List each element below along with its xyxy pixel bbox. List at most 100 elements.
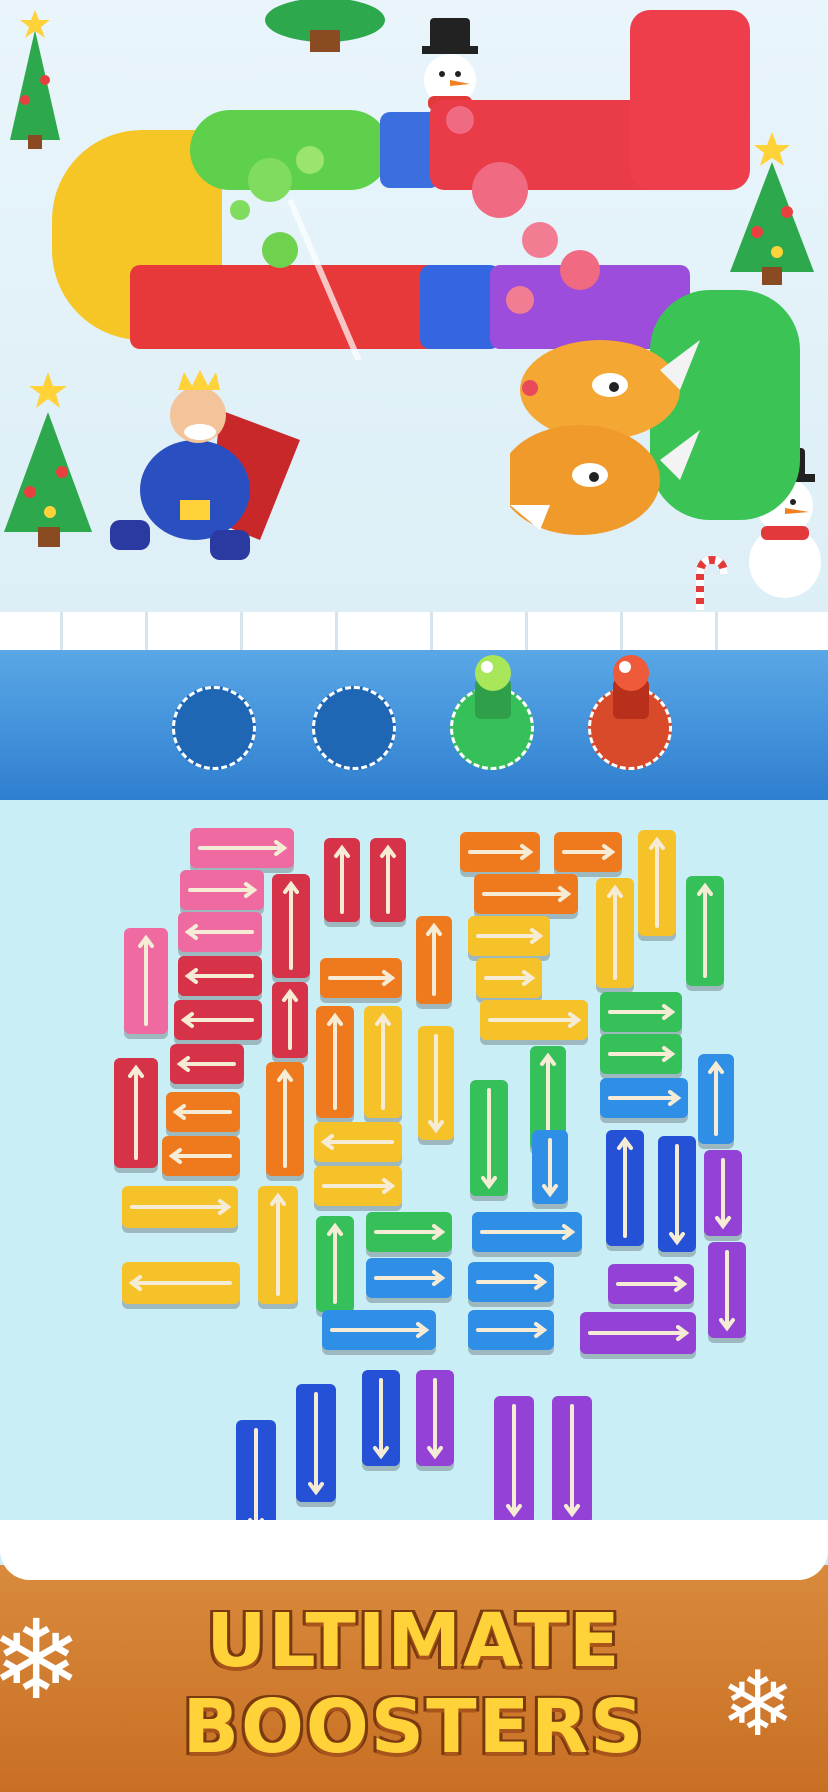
arrow-down-icon bbox=[506, 1404, 522, 1518]
arrow-down-icon bbox=[719, 1250, 735, 1332]
yellow-arrow-block[interactable] bbox=[314, 1122, 402, 1162]
yellow-arrow-block[interactable] bbox=[476, 958, 542, 998]
arrow-down-icon bbox=[481, 1088, 497, 1190]
orange-arrow-block[interactable] bbox=[416, 916, 452, 1004]
red-booster-slot[interactable] bbox=[588, 655, 672, 770]
blue-arrow-block[interactable] bbox=[468, 1310, 554, 1350]
red-arrow-block[interactable] bbox=[324, 838, 360, 922]
orange-arrow-block[interactable] bbox=[166, 1092, 240, 1132]
christmas-tree-icon bbox=[265, 0, 385, 52]
snake-segment-red bbox=[630, 10, 750, 190]
arrow-left-icon bbox=[320, 1134, 394, 1150]
green-arrow-block[interactable] bbox=[600, 1034, 682, 1074]
yellow-arrow-block[interactable] bbox=[122, 1262, 240, 1304]
blue-arrow-block[interactable] bbox=[366, 1258, 452, 1298]
navy-arrow-block[interactable] bbox=[296, 1384, 336, 1502]
red-booster-icon bbox=[613, 655, 649, 719]
ice-ledge bbox=[0, 612, 828, 652]
purple-arrow-block[interactable] bbox=[552, 1396, 592, 1524]
candy-cane-icon bbox=[696, 556, 728, 610]
yellow-arrow-block[interactable] bbox=[596, 878, 634, 988]
arrow-up-icon bbox=[128, 1064, 144, 1160]
navy-arrow-block[interactable] bbox=[606, 1130, 644, 1246]
arrow-right-icon bbox=[482, 886, 572, 902]
pink-arrow-block[interactable] bbox=[178, 912, 262, 952]
empty-booster-slot[interactable] bbox=[172, 686, 256, 770]
green-arrow-block[interactable] bbox=[366, 1212, 452, 1252]
arrow-up-icon bbox=[697, 882, 713, 978]
purple-arrow-block[interactable] bbox=[608, 1264, 694, 1304]
arrow-down-icon bbox=[715, 1158, 731, 1230]
red-arrow-block[interactable] bbox=[272, 982, 308, 1058]
green-arrow-block[interactable] bbox=[470, 1080, 508, 1196]
red-arrow-block[interactable] bbox=[370, 838, 406, 922]
purple-arrow-block[interactable] bbox=[580, 1312, 696, 1354]
red-arrow-block[interactable] bbox=[170, 1044, 244, 1084]
purple-arrow-block[interactable] bbox=[704, 1150, 742, 1236]
arrow-up-icon bbox=[334, 844, 350, 914]
red-arrow-block[interactable] bbox=[272, 874, 310, 978]
arrow-right-icon bbox=[198, 840, 288, 856]
arrow-up-icon bbox=[375, 1012, 391, 1110]
arrow-right-icon bbox=[322, 1178, 396, 1194]
orange-arrow-block[interactable] bbox=[474, 874, 578, 914]
arrow-right-icon bbox=[188, 882, 258, 898]
blue-arrow-block[interactable] bbox=[472, 1212, 582, 1252]
arrow-up-icon bbox=[708, 1060, 724, 1136]
orange-arrow-block[interactable] bbox=[320, 958, 402, 998]
arrow-up-icon bbox=[138, 934, 154, 1026]
arrow-right-icon bbox=[330, 1322, 430, 1338]
yellow-arrow-block[interactable] bbox=[314, 1166, 402, 1206]
yellow-arrow-block[interactable] bbox=[638, 830, 676, 936]
orange-arrow-block[interactable] bbox=[162, 1136, 240, 1176]
arrow-right-icon bbox=[608, 1004, 676, 1020]
blue-arrow-block[interactable] bbox=[322, 1310, 436, 1350]
green-arrow-block[interactable] bbox=[316, 1216, 354, 1312]
pink-arrow-block[interactable] bbox=[180, 870, 264, 910]
arrow-up-icon bbox=[270, 1192, 286, 1296]
arrow-left-icon bbox=[128, 1275, 232, 1291]
red-arrow-block[interactable] bbox=[178, 956, 262, 996]
orange-arrow-block[interactable] bbox=[266, 1062, 304, 1176]
blue-arrow-block[interactable] bbox=[600, 1078, 688, 1118]
arrow-up-icon bbox=[649, 836, 665, 928]
yellow-arrow-block[interactable] bbox=[258, 1186, 298, 1304]
arrow-left-icon bbox=[184, 968, 254, 984]
yellow-arrow-block[interactable] bbox=[122, 1186, 238, 1228]
yellow-arrow-block[interactable] bbox=[364, 1006, 402, 1118]
arrow-right-icon bbox=[588, 1325, 690, 1341]
blue-arrow-block[interactable] bbox=[698, 1054, 734, 1144]
arrow-up-icon bbox=[607, 884, 623, 980]
empty-booster-slot[interactable] bbox=[312, 686, 396, 770]
yellow-arrow-block[interactable] bbox=[418, 1026, 454, 1140]
arrow-left-icon bbox=[172, 1104, 232, 1120]
green-booster-slot[interactable] bbox=[450, 655, 534, 770]
yellow-arrow-block[interactable] bbox=[480, 1000, 588, 1040]
orange-arrow-block[interactable] bbox=[554, 832, 622, 872]
arrow-down-icon bbox=[564, 1404, 580, 1518]
arrow-right-icon bbox=[476, 1322, 548, 1338]
arrow-down-icon bbox=[542, 1138, 558, 1198]
red-arrow-block[interactable] bbox=[174, 1000, 262, 1040]
green-arrow-block[interactable] bbox=[686, 876, 724, 986]
navy-arrow-block[interactable] bbox=[362, 1370, 400, 1466]
yellow-arrow-block[interactable] bbox=[468, 916, 550, 956]
purple-arrow-block[interactable] bbox=[494, 1396, 534, 1524]
pink-arrow-block[interactable] bbox=[124, 928, 168, 1034]
green-arrow-block[interactable] bbox=[600, 992, 682, 1032]
arrow-up-icon bbox=[617, 1136, 633, 1238]
arrow-right-icon bbox=[480, 1224, 576, 1240]
arrow-right-icon bbox=[488, 1012, 582, 1028]
pink-arrow-block[interactable] bbox=[190, 828, 294, 868]
purple-arrow-block[interactable] bbox=[708, 1242, 746, 1338]
orange-arrow-block[interactable] bbox=[316, 1006, 354, 1118]
arrow-left-icon bbox=[184, 924, 254, 940]
particle-burst bbox=[230, 106, 600, 360]
blue-arrow-block[interactable] bbox=[532, 1130, 568, 1204]
orange-arrow-block[interactable] bbox=[460, 832, 540, 872]
purple-arrow-block[interactable] bbox=[416, 1370, 454, 1466]
navy-arrow-block[interactable] bbox=[658, 1136, 696, 1252]
arrow-right-icon bbox=[608, 1090, 682, 1106]
blue-arrow-block[interactable] bbox=[468, 1262, 554, 1302]
red-arrow-block[interactable] bbox=[114, 1058, 158, 1168]
